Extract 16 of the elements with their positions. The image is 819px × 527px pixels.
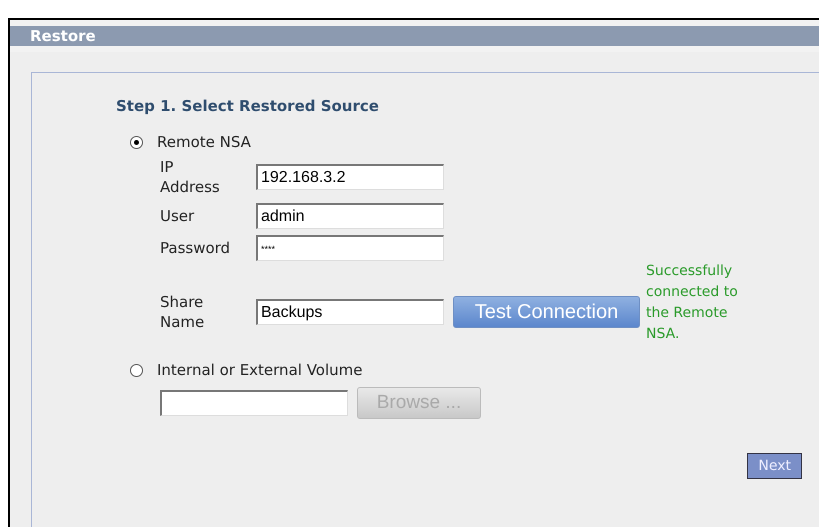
field-label: Share Name (160, 292, 206, 332)
input-field[interactable]: 192.168.3.2 (256, 164, 444, 190)
step-title: Step 1. Select Restored Source (116, 97, 380, 115)
path-input-field[interactable] (160, 390, 348, 416)
field-label: User (160, 206, 196, 226)
input-field[interactable]: **** (256, 235, 444, 261)
radio-label: Remote NSA (157, 133, 251, 151)
radio-button[interactable] (130, 136, 143, 148)
field-label: IP Address (160, 157, 221, 197)
input-field[interactable]: Backups (256, 299, 444, 325)
radio-label: Internal or External Volume (157, 361, 362, 379)
success-message: Successfully connected to the Remote NSA. (646, 262, 739, 344)
input-field[interactable]: admin (256, 203, 444, 229)
radio-button[interactable] (130, 364, 143, 376)
field-label: Password (160, 238, 232, 258)
panel-title: Restore (30, 27, 96, 45)
